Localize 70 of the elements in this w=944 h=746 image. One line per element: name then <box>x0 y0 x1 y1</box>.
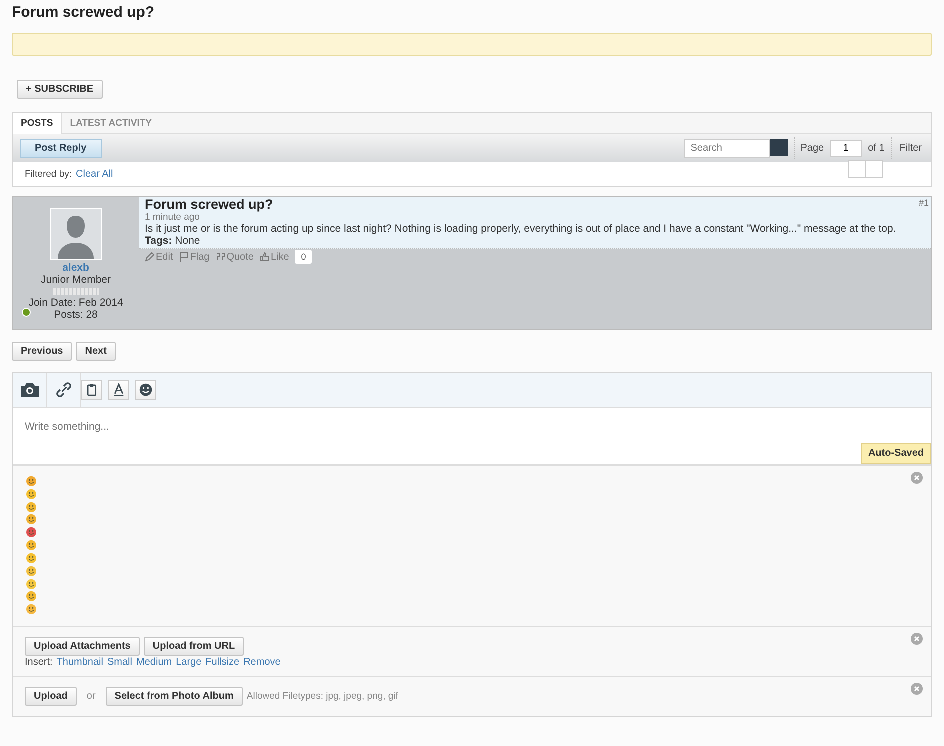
quote-button[interactable]: Quote <box>216 252 254 262</box>
photo-album-button[interactable]: Select from Photo Album <box>106 687 243 706</box>
tab[interactable]: LATEST ACTIVITY <box>62 113 160 133</box>
insert-size-link[interactable]: Thumbnail <box>56 657 104 668</box>
insert-size-link[interactable]: Medium <box>136 657 172 668</box>
tags-value: None <box>175 235 200 247</box>
clipboard-tool-button[interactable] <box>81 380 102 400</box>
join-date: Join Date: Feb 2014 <box>28 297 124 309</box>
insert-size-link[interactable]: Fullsize <box>206 657 240 668</box>
upload-button[interactable]: Upload <box>25 687 77 706</box>
subscribe-button[interactable]: + SUBSCRIBE <box>17 80 103 99</box>
pager-button[interactable]: Next <box>76 342 116 361</box>
like-count: 0 <box>295 250 312 264</box>
smiley-icon <box>138 383 152 397</box>
upload-button[interactable]: Upload from URL <box>144 637 244 656</box>
search-button[interactable] <box>770 138 788 156</box>
clipboard-icon <box>84 383 98 397</box>
or-label: or <box>86 691 96 702</box>
smiley-icon[interactable] <box>25 566 38 576</box>
smiley-icon[interactable] <box>25 514 38 526</box>
post-title: Forum screwed up? <box>145 197 274 212</box>
like-button[interactable]: Like <box>260 252 290 262</box>
smiley-icon[interactable] <box>25 476 38 487</box>
clear-all-link[interactable]: Clear All <box>76 168 114 180</box>
allowed-filetypes: Allowed Filetypes: jpg, jpeg, png, gif <box>246 691 398 702</box>
camera-icon <box>20 381 40 399</box>
insert-size-link[interactable]: Large <box>176 657 202 668</box>
page-title: Forum screwed up? <box>12 4 156 21</box>
auto-saved-badge: Auto-Saved <box>861 443 931 464</box>
flag-icon <box>179 252 190 262</box>
smiley-icon[interactable] <box>25 578 38 590</box>
page-count: of 1 <box>868 142 885 154</box>
upload-button[interactable]: Upload Attachments <box>25 637 140 656</box>
avatar-silhouette <box>50 208 102 260</box>
font-tool-button[interactable] <box>108 380 129 400</box>
smiley-icon[interactable] <box>25 527 38 538</box>
insert-label: Insert: <box>25 657 53 668</box>
smiley-icon[interactable] <box>25 502 38 512</box>
username-link[interactable]: alexb <box>62 262 90 274</box>
link-icon <box>54 381 74 399</box>
tags-label: Tags: <box>145 235 172 247</box>
smiley-icon[interactable] <box>25 540 38 551</box>
search-field[interactable]: Search <box>684 138 770 158</box>
smiley-tool-button[interactable] <box>135 380 156 400</box>
flag-button[interactable]: Flag <box>179 252 210 262</box>
tab[interactable]: POSTS <box>13 113 62 134</box>
font-icon <box>112 383 126 397</box>
quote-icon <box>216 252 226 262</box>
user-rank: Junior Member <box>40 274 112 286</box>
smiley-icon[interactable] <box>25 488 38 500</box>
post-body: Is it just me or is the forum acting up since last night? Nothing is loading properly, everything is out of place and I have a constant "Working..." message at the top. <box>145 223 898 235</box>
page-input[interactable]: 1 <box>830 140 862 156</box>
post-reply-button[interactable]: Post Reply <box>20 138 102 158</box>
post-number: #1 <box>918 198 929 208</box>
edit-button[interactable]: Edit <box>145 252 174 262</box>
post-count: Posts: 28 <box>54 309 98 321</box>
smiley-icon[interactable] <box>25 591 38 602</box>
pager-button[interactable]: Previous <box>12 342 72 361</box>
reputation-bar <box>53 288 99 295</box>
smiley-icon[interactable] <box>25 604 38 615</box>
filtered-by-label: Filtered by: <box>25 168 72 180</box>
insert-size-link[interactable]: Remove <box>244 657 281 668</box>
post-time: 1 minute ago <box>145 212 201 223</box>
view-toggle[interactable] <box>849 160 883 178</box>
filter-button[interactable]: Filter <box>898 142 924 154</box>
insert-size-link[interactable]: Small <box>108 657 133 668</box>
thumbs-up-icon <box>260 252 270 262</box>
page-label: Page <box>800 142 824 154</box>
pencil-icon <box>145 252 155 262</box>
smiley-icon[interactable] <box>25 552 38 564</box>
